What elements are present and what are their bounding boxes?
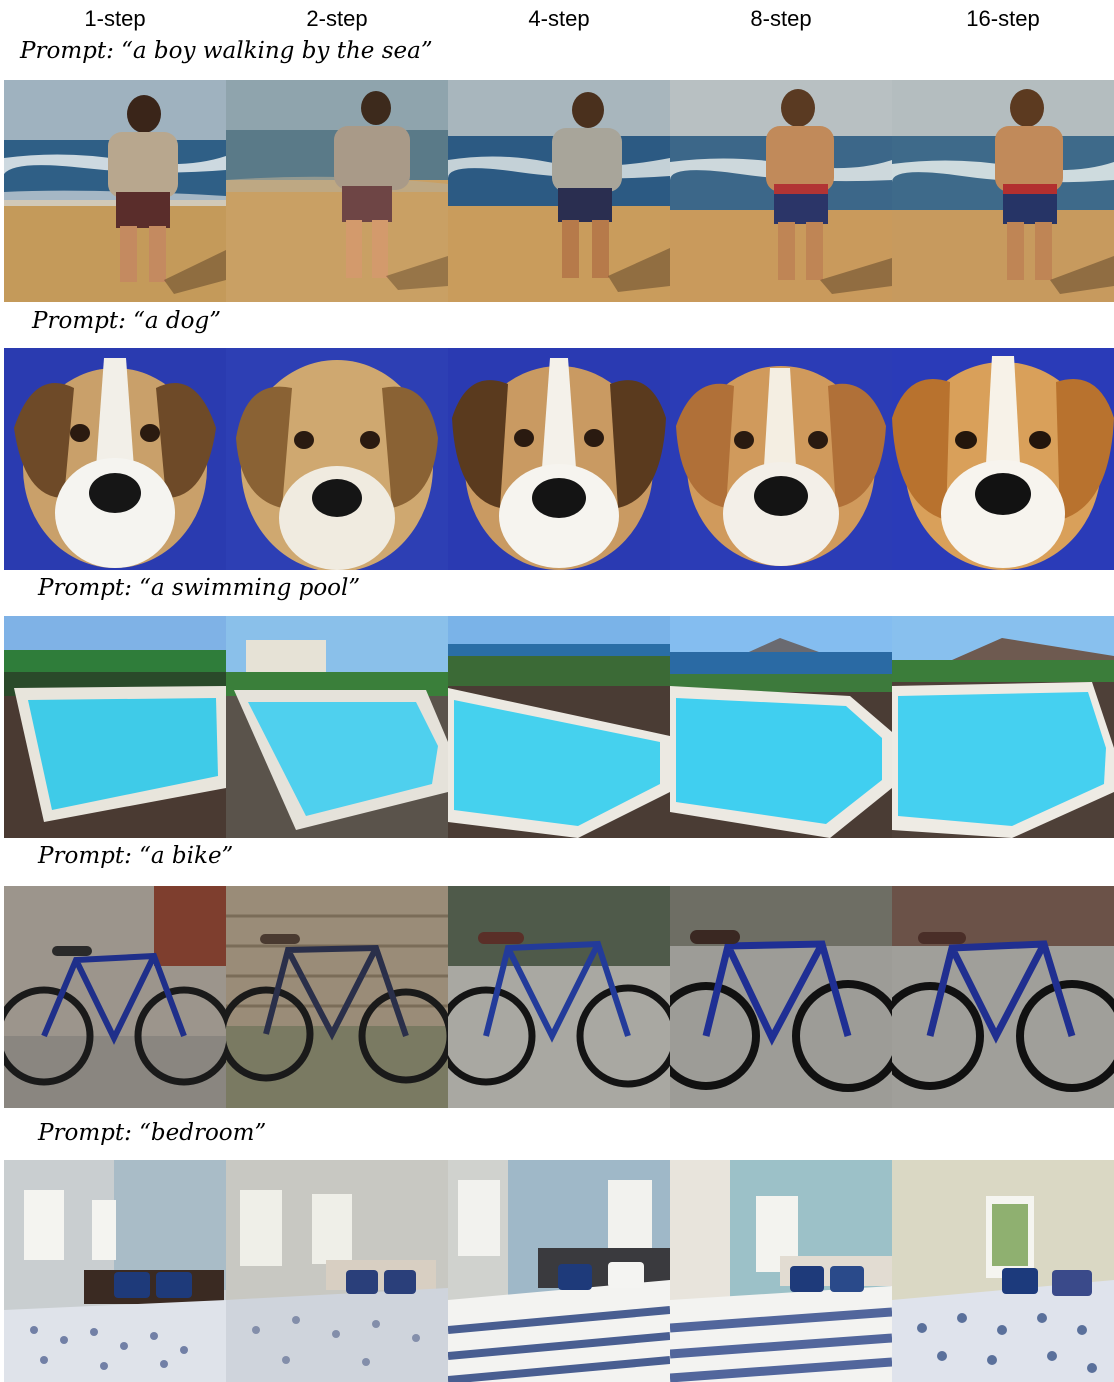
image-boy-2-step [226,80,448,302]
column-header-16-step: 16-step [966,6,1040,31]
column-header-4-step: 4-step [528,6,590,31]
image-pool-2-step [226,616,448,838]
image-row-pool [4,616,1114,838]
image-boy-1-step [4,80,226,302]
column-header-8-step: 8-step [750,6,812,31]
image-dog-16-step [892,348,1114,570]
prompt-label-bike: Prompt: “a bike” [38,843,234,869]
image-bike-8-step [670,886,892,1108]
image-bedroom-1-step [4,1160,226,1382]
image-bike-4-step [448,886,670,1108]
image-row-boy [4,80,1114,302]
image-bike-2-step [226,886,448,1108]
prompt-label-dog: Prompt: “a dog” [32,308,221,334]
image-pool-16-step [892,616,1114,838]
image-bedroom-16-step [892,1160,1114,1382]
image-pool-1-step [4,616,226,838]
prompt-label-bedroom: Prompt: “bedroom” [38,1120,267,1146]
image-pool-4-step [448,616,670,838]
image-row-bike [4,886,1114,1108]
image-dog-2-step [226,348,448,570]
image-boy-8-step [670,80,892,302]
image-dog-4-step [448,348,670,570]
image-boy-4-step [448,80,670,302]
prompt-label-boy: Prompt: “a boy walking by the sea” [20,38,433,64]
image-bedroom-2-step [226,1160,448,1382]
image-pool-8-step [670,616,892,838]
image-boy-16-step [892,80,1114,302]
image-row-dog [4,348,1114,570]
image-dog-8-step [670,348,892,570]
image-dog-1-step [4,348,226,570]
column-header-2-step: 2-step [306,6,368,31]
prompt-label-pool: Prompt: “a swimming pool” [38,575,361,601]
image-row-bedroom [4,1160,1114,1382]
image-bike-1-step [4,886,226,1108]
image-bike-16-step [892,886,1114,1108]
image-bedroom-8-step [670,1160,892,1382]
image-bedroom-4-step [448,1160,670,1382]
column-header-1-step: 1-step [84,6,146,31]
